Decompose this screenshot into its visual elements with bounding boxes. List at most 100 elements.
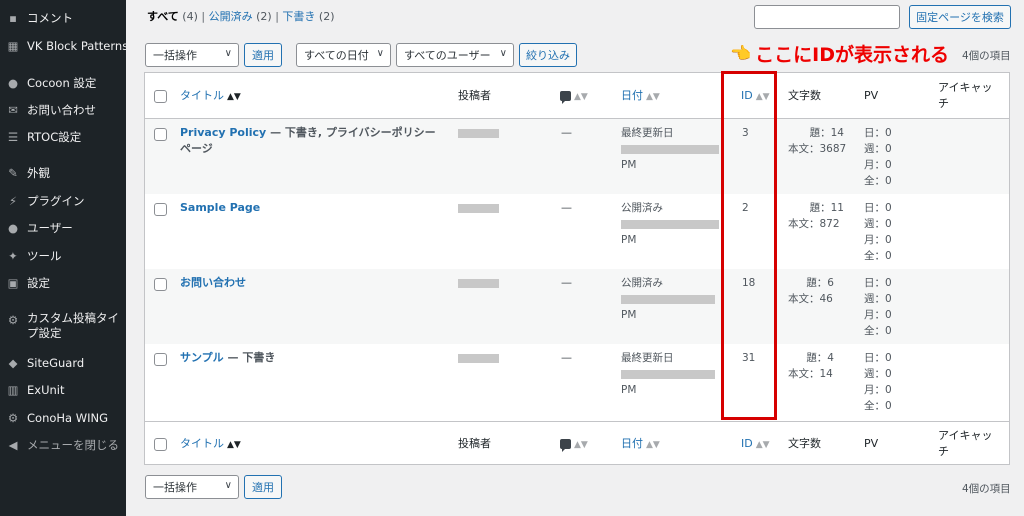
bulk-action-select-bottom[interactable]: 一括操作 ∨ <box>145 475 239 499</box>
sidebar-item-vk-block-patterns[interactable]: ▦ VK Block Patterns <box>0 34 129 58</box>
filter-separator: | <box>201 10 206 23</box>
filter-published-count: (2) <box>256 10 272 23</box>
user-filter-select[interactable]: すべてのユーザー ∨ <box>396 43 514 67</box>
row-chars-title: 題：4 <box>806 352 834 364</box>
select-all-checkbox[interactable] <box>154 438 167 451</box>
column-date-header[interactable]: 日付 ▲▼ <box>621 436 660 453</box>
row-comments: — <box>561 351 572 364</box>
column-id-header[interactable]: ID ▲▼ <box>741 88 770 105</box>
sidebar-item-siteguard[interactable]: ◆ SiteGuard <box>0 351 126 375</box>
sort-icon: ▲▼ <box>574 440 588 450</box>
column-comments-header[interactable]: ▲▼ <box>560 88 588 105</box>
row-title-cell: Sample Page <box>180 200 445 216</box>
column-chars-header: 文字数 <box>788 89 821 102</box>
filter-draft[interactable]: 下書き <box>282 10 315 23</box>
comment-bubble-icon <box>560 91 571 104</box>
filter-published[interactable]: 公開済み <box>209 10 253 23</box>
row-pv-month: 月：0 <box>864 234 892 246</box>
search-pages-button[interactable]: 固定ページを検索 <box>909 5 1011 29</box>
select-all-checkbox[interactable] <box>154 90 167 103</box>
row-title-link[interactable]: Privacy Policy <box>180 126 266 139</box>
row-id: 2 <box>742 202 749 214</box>
column-id-header[interactable]: ID ▲▼ <box>741 436 770 453</box>
row-title-link[interactable]: お問い合わせ <box>180 276 246 289</box>
row-date-status: 最終更新日 <box>621 352 674 364</box>
sidebar-item-plugins[interactable]: ⚡ プラグイン <box>0 189 126 213</box>
sidebar-item-cocoon[interactable]: ● Cocoon 設定 <box>0 71 126 95</box>
filter-button[interactable]: 絞り込み <box>519 43 577 67</box>
pointing-hand-icon: 👈 <box>730 43 752 64</box>
filter-all[interactable]: すべて <box>147 10 179 23</box>
author-redacted <box>458 204 499 213</box>
column-title-header[interactable]: タイトル ▲▼ <box>180 436 241 453</box>
sort-icon: ▲▼ <box>755 440 770 450</box>
sidebar-item-users[interactable]: ● ユーザー <box>0 216 126 240</box>
row-date-suffix: PM <box>621 384 637 396</box>
brush-icon: ✎ <box>8 166 18 180</box>
sidebar-item-exunit[interactable]: ▥ ExUnit <box>0 378 126 402</box>
row-chars-body: 本文：872 <box>788 218 840 230</box>
column-title-header[interactable]: タイトル ▲▼ <box>180 88 241 105</box>
author-redacted <box>458 129 499 138</box>
comment-icon: ▪ <box>9 11 17 25</box>
column-pv-header: PV <box>864 89 879 102</box>
author-redacted <box>458 354 499 363</box>
row-pv-day: 日：0 <box>864 202 892 214</box>
row-comments: — <box>561 201 572 214</box>
sort-icon: ▲▼ <box>646 92 660 102</box>
chart-icon: ▥ <box>7 383 19 397</box>
sidebar-item-comments[interactable]: ▪ コメント <box>0 6 126 30</box>
row-date-suffix: PM <box>621 234 637 246</box>
search-input[interactable] <box>754 5 900 29</box>
row-id: 3 <box>742 127 749 139</box>
row-date-suffix: PM <box>621 309 637 321</box>
chevron-down-icon: ∨ <box>376 48 384 59</box>
table-row: Privacy Policy — 下書き, プライバシーポリシーページ — 最終… <box>145 119 1009 194</box>
row-pv-month: 月：0 <box>864 384 892 396</box>
apply-button-bottom[interactable]: 適用 <box>244 475 282 499</box>
date-redacted <box>621 295 715 304</box>
table-header-row: タイトル ▲▼ 投稿者 ▲▼ 日付 ▲▼ ID ▲▼ 文字数 PV アイキャッチ <box>145 73 1009 119</box>
row-pv-all: 全：0 <box>864 400 892 412</box>
row-checkbox[interactable] <box>154 353 167 366</box>
grid-icon: ▦ <box>7 39 19 53</box>
annotation-text: ここにIDが表示される <box>755 44 950 66</box>
row-checkbox[interactable] <box>154 203 167 216</box>
items-count-bottom: 4個の項目 <box>962 483 1011 495</box>
sidebar-item-conoha-wing[interactable]: ⚙ ConoHa WING <box>0 406 126 430</box>
sidebar-item-appearance[interactable]: ✎ 外観 <box>0 161 126 185</box>
sort-icon: ▲▼ <box>646 440 660 450</box>
row-chars-body: 本文：46 <box>788 293 833 305</box>
admin-sidebar: ▪ コメント ▦ VK Block Patterns ● Cocoon 設定 ✉… <box>0 0 129 516</box>
table-row: Sample Page — 公開済み PM 2 題：11 本文：872 日：0 … <box>145 194 1009 269</box>
sidebar-item-custom-post-types[interactable]: ⚙ カスタム投稿タイプ設定 <box>0 311 126 347</box>
sidebar-item-contact[interactable]: ✉ お問い合わせ <box>0 98 126 122</box>
row-id: 18 <box>742 277 756 289</box>
table-row: サンプル — 下書き — 最終更新日 PM 31 題：4 本文：14 日：0 週… <box>145 344 1009 421</box>
column-date-header[interactable]: 日付 ▲▼ <box>621 88 660 105</box>
date-filter-select[interactable]: すべての日付 ∨ <box>296 43 391 67</box>
circle-icon: ● <box>7 76 19 90</box>
column-comments-header[interactable]: ▲▼ <box>560 436 588 453</box>
row-pv-month: 月：0 <box>864 309 892 321</box>
row-title-cell: お問い合わせ <box>180 275 445 291</box>
row-pv-month: 月：0 <box>864 159 892 171</box>
bulk-action-select[interactable]: 一括操作 ∨ <box>145 43 239 67</box>
row-post-state: — 下書き <box>223 351 276 364</box>
user-icon: ● <box>7 221 19 235</box>
date-redacted <box>621 370 715 379</box>
row-title-link[interactable]: Sample Page <box>180 201 260 214</box>
sidebar-item-settings[interactable]: ▣ 設定 <box>0 271 126 295</box>
sidebar-item-tools[interactable]: ✦ ツール <box>0 244 126 268</box>
sidebar-collapse-menu[interactable]: ◀ メニューを閉じる <box>0 433 126 457</box>
date-redacted <box>621 145 719 154</box>
filter-draft-count: (2) <box>318 10 335 23</box>
column-author-header: 投稿者 <box>458 89 491 102</box>
row-title-link[interactable]: サンプル <box>180 351 224 364</box>
apply-button[interactable]: 適用 <box>244 43 282 67</box>
row-pv-all: 全：0 <box>864 325 892 337</box>
row-checkbox[interactable] <box>154 128 167 141</box>
id-annotation: 👈 ここにIDが表示される <box>730 40 949 67</box>
row-checkbox[interactable] <box>154 278 167 291</box>
sidebar-item-rtoc[interactable]: ☰ RTOC設定 <box>0 125 126 149</box>
